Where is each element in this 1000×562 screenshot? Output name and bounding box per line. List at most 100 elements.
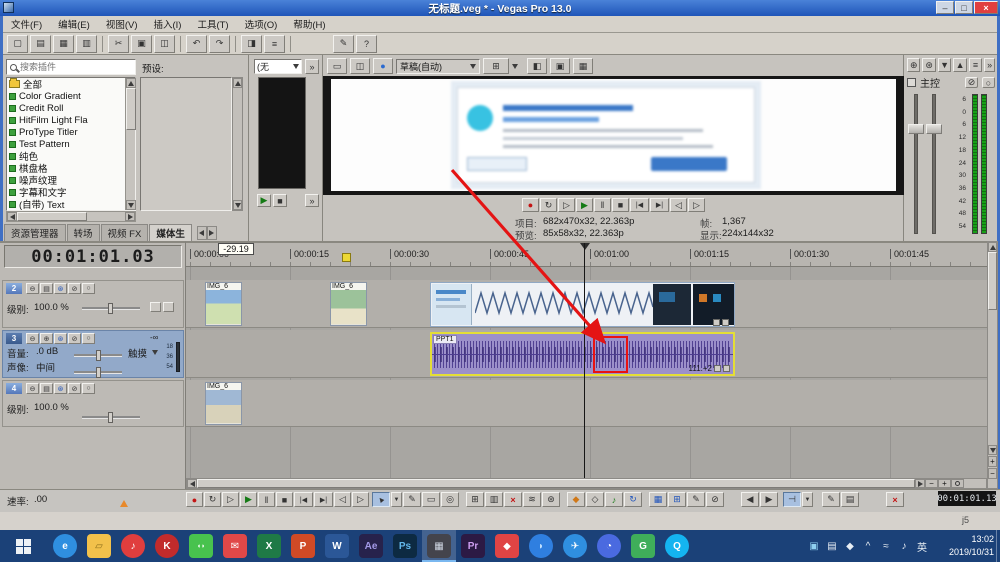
master-fader-handle-right[interactable] (926, 124, 942, 134)
project-properties-button[interactable]: ▥ (76, 34, 97, 53)
taskbar-item-dingtalk[interactable]: ◔ (592, 530, 626, 562)
pause-button[interactable]: ‖ (258, 492, 275, 507)
taskbar-item-game-app[interactable]: G (626, 530, 660, 562)
insert-marker-button[interactable]: ◆ (567, 492, 585, 507)
scroll-left-button[interactable] (187, 479, 197, 488)
insert-bus-icon[interactable]: ⊕ (907, 58, 921, 72)
ignore-event-grouping-button[interactable]: × (504, 492, 522, 507)
insert-fx-icon[interactable]: ⊛ (922, 58, 936, 72)
taskbar-item-media-app[interactable]: ◆ (490, 530, 524, 562)
external-monitor-icon[interactable]: ◫ (350, 58, 370, 74)
tab-media-generators[interactable]: 媒体生 (149, 224, 192, 241)
minimize-track-icon[interactable]: ⊖ (26, 383, 39, 394)
tree-item[interactable]: (自带) Text (7, 198, 135, 210)
tree-item-all[interactable]: 全部 (7, 78, 135, 90)
slider-thumb[interactable] (96, 367, 101, 378)
event-pan-crop-icon[interactable] (722, 319, 729, 326)
taskbar-item-powerpoint[interactable]: P (286, 530, 320, 562)
zoom-edit-tool[interactable]: ◎ (441, 492, 459, 507)
scroll-up-button[interactable] (233, 78, 242, 88)
timeline-h-scrollbar[interactable]: − + (186, 478, 987, 489)
track-fx-icon[interactable]: ⊛ (54, 333, 67, 344)
master-mute-icon[interactable]: ⊘ (965, 77, 978, 88)
close-button[interactable]: × (974, 1, 998, 14)
mute-track-icon[interactable]: ⊘ (68, 283, 81, 294)
tab-video-fx[interactable]: 视频 FX (100, 224, 149, 241)
open-project-button[interactable]: ▤ (30, 34, 51, 53)
taskbar-item-file-explorer[interactable]: ▱ (82, 530, 116, 562)
split-screen-icon[interactable]: ◧ (527, 58, 547, 74)
undo-button[interactable]: ↶ (186, 34, 207, 53)
prev-frame-button[interactable]: ◁ (334, 492, 351, 507)
next-frame-button[interactable]: ▷ (352, 492, 369, 507)
edit-tool-dropdown[interactable]: ▼ (391, 492, 402, 507)
go-to-end-button[interactable]: ▶| (314, 492, 333, 507)
enable-snapping-button[interactable]: ⊞ (466, 492, 484, 507)
volume-icon[interactable]: ♪ (896, 538, 912, 554)
level-slider[interactable] (82, 303, 140, 314)
normal-edit-tool[interactable]: ▲ (372, 492, 390, 507)
zoom-tool-button[interactable] (951, 479, 964, 488)
tree-item[interactable]: Credit Roll (7, 102, 135, 114)
next-edit-point-button[interactable]: ▶ (760, 492, 778, 507)
tree-item[interactable]: 棋盘格 (7, 162, 135, 174)
maximize-button[interactable]: □ (955, 1, 973, 14)
auto-ripple-button[interactable]: ≋ (523, 492, 541, 507)
taskbar-item-qq-browser[interactable]: ◗ (524, 530, 558, 562)
slider-thumb[interactable] (108, 303, 113, 314)
loop-region-button[interactable]: ↻ (624, 492, 642, 507)
tab-scroll-right[interactable] (206, 225, 217, 240)
scroll-down-button[interactable] (126, 200, 136, 210)
minimize-track-icon[interactable]: ⊖ (26, 283, 39, 294)
timeline-marker[interactable] (342, 253, 351, 262)
minimize-track-icon[interactable]: ⊖ (26, 333, 39, 344)
scroll-right-button[interactable] (125, 212, 135, 221)
input-method-icon[interactable]: 英 (914, 538, 930, 554)
help-button[interactable]: ? (356, 34, 377, 53)
delete-button[interactable]: × (886, 492, 904, 507)
play-from-start-button[interactable]: ▷ (222, 492, 239, 507)
tree-item[interactable]: HitFilm Light Fla (7, 114, 135, 126)
master-solo-icon[interactable]: ○ (982, 77, 995, 88)
copy-button[interactable]: ▣ (131, 34, 152, 53)
taskbar-item-browser[interactable]: e (48, 530, 82, 562)
taskbar-item-netease-music[interactable]: ♪ (116, 530, 150, 562)
tree-scrollbar[interactable] (125, 78, 136, 210)
automation-mode[interactable]: 触摸 (128, 346, 147, 360)
save-project-button[interactable]: ▦ (53, 34, 74, 53)
taskbar-item-mail[interactable]: ✉ (218, 530, 252, 562)
preview-quality-dropdown[interactable]: 草稿(自动) (396, 58, 480, 74)
play-from-start-button[interactable]: ▷ (558, 198, 575, 212)
menu-file[interactable]: 文件(F) (3, 17, 50, 31)
preset-list[interactable] (140, 77, 232, 211)
dim-output-icon[interactable]: ▲ (953, 58, 967, 72)
scroll-thumb[interactable] (988, 252, 997, 310)
tree-item[interactable]: 噪声纹理 (7, 174, 135, 186)
generator-stop-button[interactable]: ■ (273, 194, 287, 207)
pan-slider[interactable] (74, 367, 122, 378)
video-output-icon[interactable]: ▭ (327, 58, 347, 74)
event-properties-icon[interactable] (723, 365, 730, 372)
go-to-start-button[interactable]: |◀ (630, 198, 649, 212)
stop-button[interactable]: ■ (612, 198, 629, 212)
mixer-properties-icon[interactable]: ≡ (968, 58, 983, 72)
trim-start-tool[interactable]: ⊣ (783, 492, 801, 507)
taskbar-item-excel[interactable]: X (252, 530, 286, 562)
tab-explorer[interactable]: 资源管理器 (4, 224, 66, 241)
redo-button[interactable]: ↷ (209, 34, 230, 53)
envelope-edit-tool[interactable]: ✎ (403, 492, 421, 507)
overlay-options-icon[interactable]: ⊞ (483, 58, 509, 74)
scroll-down-button[interactable] (988, 445, 997, 455)
play-button[interactable]: ▶ (576, 198, 593, 212)
panel-menu-icon[interactable]: » (984, 58, 995, 72)
scroll-up-button[interactable] (126, 78, 136, 88)
solo-track-icon[interactable]: ○ (82, 383, 95, 394)
insert-region-button[interactable]: ◇ (586, 492, 604, 507)
tree-item[interactable]: Color Gradient (7, 90, 135, 102)
image-clip[interactable]: IMG_6 (205, 282, 242, 326)
taskbar-item-word[interactable]: W (320, 530, 354, 562)
prev-frame-button[interactable]: ◁ (670, 198, 687, 212)
paste-button[interactable]: ◫ (154, 34, 175, 53)
automation-settings-icon[interactable] (150, 302, 161, 312)
menu-help[interactable]: 帮助(H) (285, 17, 333, 31)
